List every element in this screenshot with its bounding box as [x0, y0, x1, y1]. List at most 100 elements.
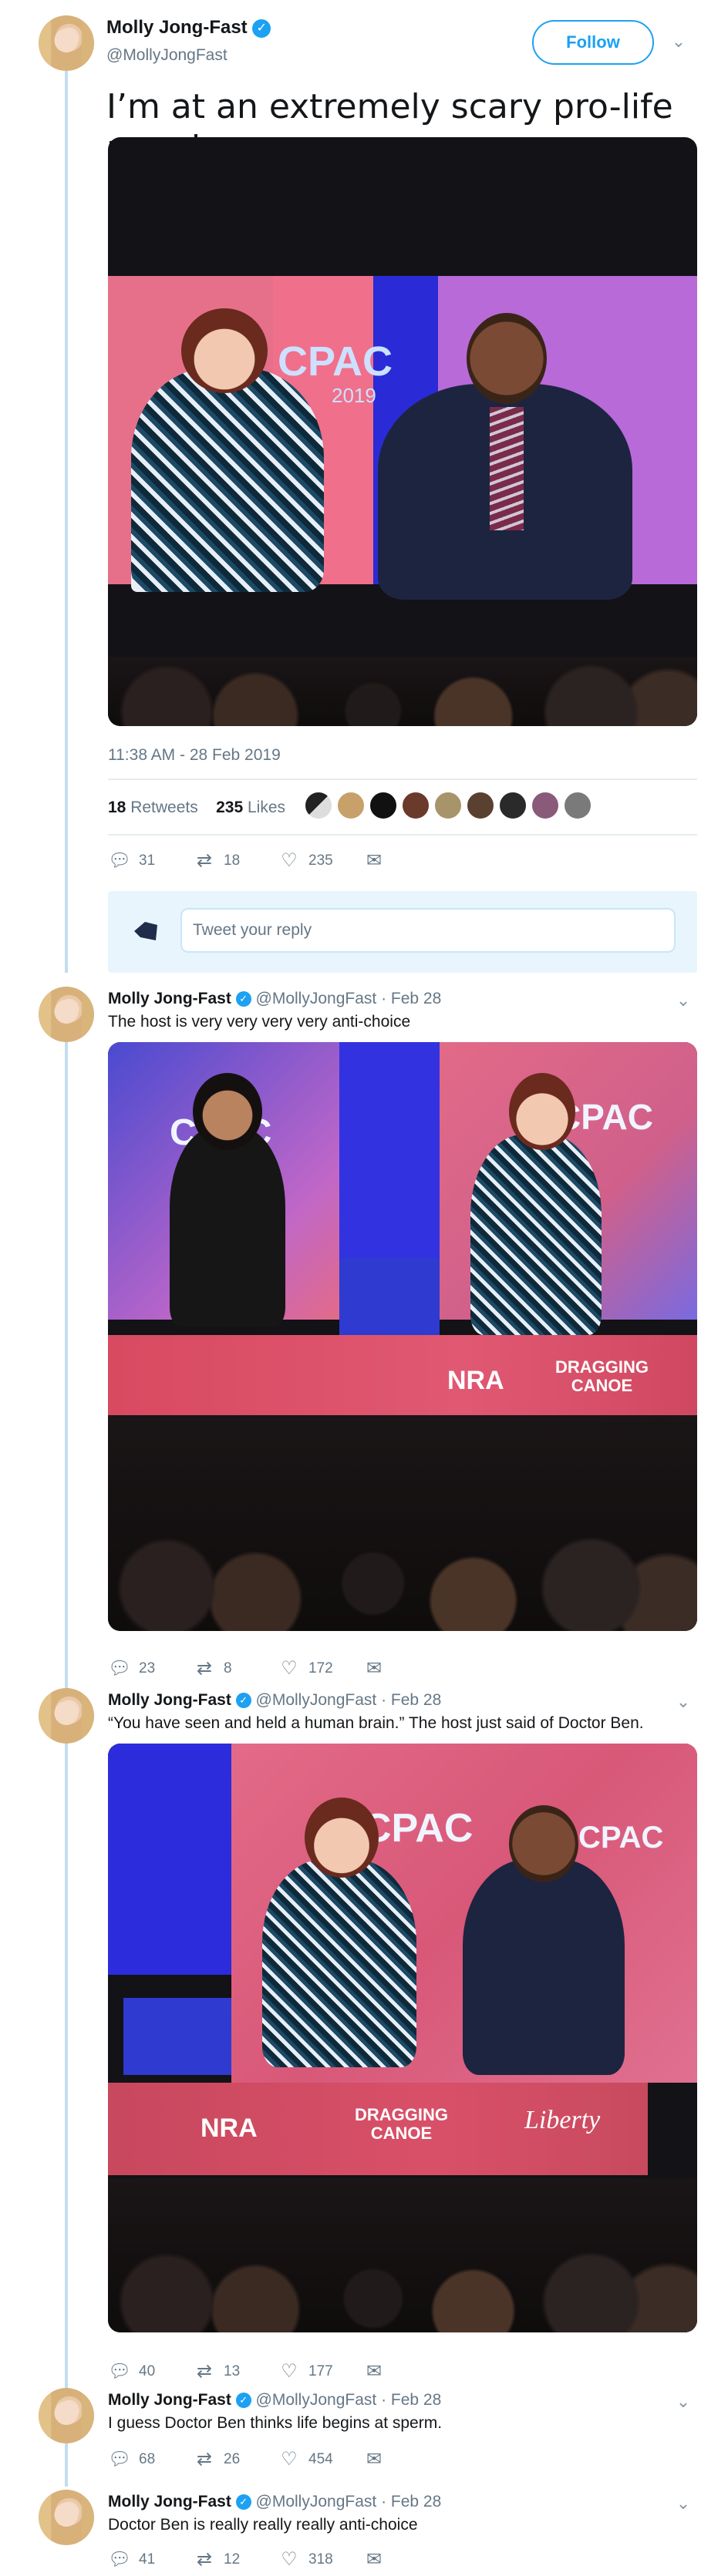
tweet-date[interactable]: · Feb 28 [381, 990, 441, 1007]
author-avatar[interactable] [39, 2388, 94, 2443]
reply-icon: 💬︎ [108, 2449, 132, 2470]
retweet-count: 18 [224, 852, 241, 869]
woman-panelist-head [305, 1797, 379, 1878]
liker-avatar[interactable] [531, 791, 560, 820]
cpac-logo: CPAC [278, 338, 393, 385]
reply-button[interactable]: 💬︎ 31 [108, 849, 193, 872]
tweet-actions: 💬︎ 40 ⇄ 13 ♡ 177 ✉ [108, 2360, 393, 2383]
woman-panelist [262, 1859, 416, 2067]
likes-label[interactable]: Likes [248, 799, 285, 816]
thread-connector-line [65, 71, 68, 973]
likes-count[interactable]: 235 [216, 799, 243, 816]
heart-icon: ♡ [281, 2361, 298, 2382]
sponsor-logo: DRAGGING CANOE [355, 2105, 448, 2143]
retweet-button[interactable]: ⇄ 18 [193, 849, 278, 872]
retweet-button[interactable]: ⇄ 13 [193, 2360, 278, 2383]
direct-message-button[interactable]: ✉ [362, 2548, 393, 2571]
tweet-timestamp[interactable]: 11:38 AM - 28 Feb 2019 [108, 746, 281, 765]
tweet-date[interactable]: · Feb 28 [381, 1691, 441, 1709]
audience [108, 657, 697, 726]
liker-avatar[interactable] [304, 791, 333, 820]
retweet-button[interactable]: ⇄ 8 [193, 1657, 278, 1680]
chevron-down-icon[interactable]: ⌄ [672, 990, 694, 1011]
like-button[interactable]: ♡ 235 [278, 849, 362, 872]
woman-panelist [470, 1135, 602, 1335]
tie [490, 407, 524, 530]
like-button[interactable]: ♡ 172 [278, 1657, 362, 1680]
author-handle[interactable]: @MollyJongFast [256, 2391, 377, 2409]
liker-avatar[interactable] [369, 791, 398, 820]
reply-icon: 💬︎ [108, 850, 132, 871]
direct-message-button[interactable]: ✉ [362, 2448, 393, 2470]
liker-avatar[interactable] [498, 791, 527, 820]
author-name[interactable]: Molly Jong-Fast [108, 1691, 231, 1709]
retweets-label[interactable]: Retweets [130, 799, 198, 816]
tweet-photo[interactable]: CPAC 2019 [108, 137, 697, 726]
liker-avatar[interactable] [433, 791, 463, 820]
author-avatar[interactable] [39, 1688, 94, 1744]
man-panelist-head [509, 1805, 578, 1882]
like-count: 235 [308, 852, 333, 869]
author-handle[interactable]: @MollyJongFast [256, 1691, 377, 1709]
envelope-icon: ✉ [366, 2549, 383, 2570]
author-handle[interactable]: @MollyJongFast [106, 46, 228, 65]
cpac-logo: CPAC [362, 1806, 474, 1851]
like-button[interactable]: ♡ 318 [278, 2548, 362, 2571]
podium-sign [123, 1998, 231, 2075]
retweet-count: 13 [224, 2362, 241, 2379]
tweet-header: Molly Jong-Fast ✓ @MollyJongFast · Feb 2… [108, 1691, 441, 1710]
chevron-down-icon[interactable]: ⌄ [672, 1691, 694, 1713]
liker-avatar[interactable] [466, 791, 495, 820]
nra-logo: NRA [201, 2114, 258, 2143]
author-handle[interactable]: @MollyJongFast [256, 990, 377, 1007]
liker-avatar[interactable] [401, 791, 430, 820]
reply-button[interactable]: 💬︎ 68 [108, 2448, 193, 2470]
tweet-actions: 💬︎ 23 ⇄ 8 ♡ 172 ✉ [108, 1657, 393, 1680]
like-button[interactable]: ♡ 177 [278, 2360, 362, 2383]
retweet-button[interactable]: ⇄ 12 [193, 2548, 278, 2571]
author-name[interactable]: Molly Jong-Fast [106, 17, 248, 38]
liker-avatar[interactable] [563, 791, 592, 820]
author-name[interactable]: Molly Jong-Fast [108, 2391, 231, 2409]
author-handle[interactable]: @MollyJongFast [256, 2493, 377, 2510]
liker-avatar[interactable] [336, 791, 366, 820]
tweet-date[interactable]: · Feb 28 [381, 2493, 441, 2510]
tweet-header: Molly Jong-Fast ✓ @MollyJongFast · Feb 2… [108, 2391, 441, 2410]
liker-avatars [304, 791, 592, 820]
tweet-photo[interactable]: CPAC CPAC NRA DRAGGING CANOE Liberty [108, 1744, 697, 2332]
direct-message-button[interactable]: ✉ [362, 1657, 393, 1680]
envelope-icon: ✉ [366, 2449, 383, 2470]
author-name[interactable]: Molly Jong-Fast [108, 2493, 231, 2510]
author-name[interactable]: Molly Jong-Fast [108, 990, 231, 1007]
reply-icon: 💬︎ [108, 1658, 132, 1679]
reply-input[interactable]: Tweet your reply [180, 908, 676, 953]
like-button[interactable]: ♡ 454 [278, 2448, 362, 2470]
sponsor-logo: DRAGGING CANOE [555, 1357, 649, 1395]
reply-button[interactable]: 💬︎ 41 [108, 2548, 193, 2571]
tweet-photo[interactable]: CPAC CPAC NRA DRAGGINGCANOE [108, 1042, 697, 1631]
retweet-button[interactable]: ⇄ 26 [193, 2448, 278, 2470]
like-count: 172 [308, 1660, 333, 1676]
retweets-count[interactable]: 18 [108, 799, 126, 816]
tweet-header: Molly Jong-Fast ✓ @MollyJongFast · Feb 2… [108, 2493, 441, 2511]
envelope-icon: ✉ [366, 850, 383, 871]
retweet-icon: ⇄ [196, 2549, 213, 2570]
author-name-row[interactable]: Molly Jong-Fast ✓ [106, 17, 271, 39]
follow-button[interactable]: Follow [532, 20, 654, 65]
retweet-count: 26 [224, 2450, 241, 2467]
direct-message-button[interactable]: ✉ [362, 849, 393, 872]
direct-message-button[interactable]: ✉ [362, 2360, 393, 2383]
chevron-down-icon[interactable]: ⌄ [668, 31, 689, 52]
author-avatar[interactable] [39, 15, 94, 71]
verified-badge-icon: ✓ [235, 2393, 251, 2409]
stage-screen-left [108, 1744, 231, 1975]
tweet-actions: 💬︎ 68 ⇄ 26 ♡ 454 ✉ [108, 2448, 393, 2470]
author-avatar[interactable] [39, 2490, 94, 2545]
chevron-down-icon[interactable]: ⌄ [672, 2493, 694, 2514]
reply-button[interactable]: 💬︎ 40 [108, 2360, 193, 2383]
egg-avatar-icon [130, 914, 162, 947]
reply-button[interactable]: 💬︎ 23 [108, 1657, 193, 1680]
chevron-down-icon[interactable]: ⌄ [672, 2391, 694, 2413]
author-avatar[interactable] [39, 987, 94, 1042]
tweet-date[interactable]: · Feb 28 [381, 2391, 441, 2409]
